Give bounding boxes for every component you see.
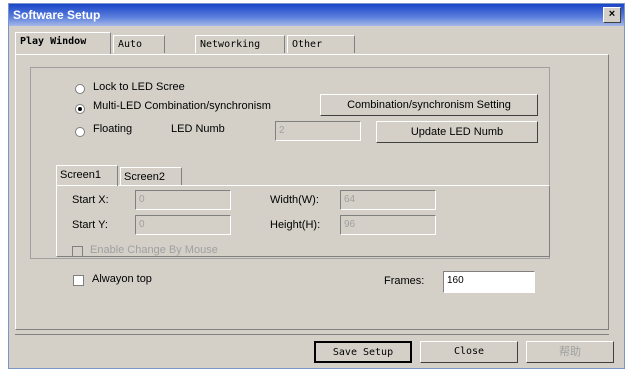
tab-auto[interactable]: Auto	[113, 35, 165, 53]
start-x-label: Start X:	[72, 194, 109, 206]
close-icon[interactable]: ×	[603, 7, 621, 23]
lock-led-radio[interactable]	[75, 84, 85, 94]
floating-radio[interactable]	[75, 127, 85, 137]
tab-networking[interactable]: Networking	[195, 35, 285, 53]
enable-change-label: Enable Change By Mouse	[90, 244, 218, 256]
tab-screen1[interactable]: Screen1	[56, 165, 118, 186]
led-numb-label: LED Numb	[171, 123, 225, 135]
lock-led-label: Lock to LED Scree	[93, 81, 185, 93]
separator	[15, 334, 609, 335]
start-y-label: Start Y:	[72, 219, 108, 231]
height-label: Height(H):	[270, 219, 321, 231]
width-field[interactable]: 64	[340, 190, 436, 210]
start-y-field[interactable]: 0	[135, 215, 231, 235]
tab-play-window[interactable]: Play Window	[15, 32, 111, 54]
tab-screen2[interactable]: Screen2	[120, 167, 182, 185]
title-bar[interactable]: Software Setup ×	[9, 4, 624, 26]
multi-led-radio[interactable]	[75, 104, 85, 114]
height-field[interactable]: 96	[340, 215, 436, 235]
start-x-field[interactable]: 0	[135, 190, 231, 210]
always-on-top-checkbox[interactable]	[73, 275, 84, 286]
enable-change-checkbox[interactable]	[72, 246, 83, 257]
update-led-numb-button[interactable]: Update LED Numb	[376, 121, 538, 143]
width-label: Width(W):	[270, 194, 319, 206]
combination-setting-button[interactable]: Combination/synchronism Setting	[320, 94, 538, 116]
tab-other[interactable]: Other	[287, 35, 355, 53]
floating-label: Floating	[93, 123, 133, 135]
close-button[interactable]: Close	[420, 341, 518, 363]
save-setup-button[interactable]: Save Setup	[314, 341, 412, 363]
multi-led-label: Multi-LED Combination/synchronism	[93, 100, 271, 112]
frames-input[interactable]: 160	[443, 271, 535, 293]
help-button[interactable]: 帮助	[526, 341, 614, 363]
window-title: Software Setup	[13, 8, 101, 22]
led-numb-field[interactable]: 2	[275, 121, 361, 141]
always-on-top-label: Alwayon top	[92, 273, 152, 285]
frames-label: Frames:	[384, 275, 425, 287]
